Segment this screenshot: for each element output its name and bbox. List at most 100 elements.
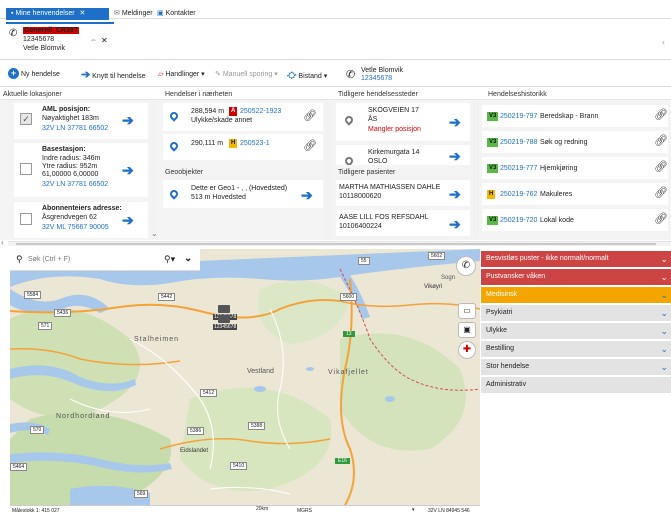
aml-checkbox[interactable]: ✓ — [20, 113, 32, 125]
nearby-scrollbar[interactable] — [325, 101, 331, 239]
link-icon[interactable]: 🔗︎ — [654, 188, 668, 199]
nearby-item[interactable]: 288,594 m A 250522-1923 Ulykke/skade ann… — [163, 103, 323, 131]
previous-patient-item[interactable]: AASE LILL FOS REFSDAHL 10106400224 ➔ — [336, 210, 470, 236]
nearby-incident-id[interactable]: 250522-1923 — [240, 108, 281, 115]
nearby-incident-id[interactable]: 250523-1 — [240, 140, 270, 147]
close-tab-icon[interactable]: ✕ — [80, 10, 86, 17]
previous-patient-item[interactable]: MARTHA MATHIASSEN DAHLE 10118000620 ➔ — [336, 180, 470, 206]
history-header: Hendelseshistorikk — [488, 91, 547, 98]
category-label: Administrativ — [486, 381, 527, 388]
base-station-card[interactable]: Basestasjon: Indre radius: 346m Ytre rad… — [14, 143, 148, 197]
history-item[interactable]: V3 250219-777 Hjemkjøring 🔗︎ — [482, 157, 668, 179]
scroll-left-icon[interactable]: ‹ — [1, 238, 4, 247]
chevron-down-icon: ▾ — [201, 71, 205, 78]
link-icon[interactable]: 🔗︎ — [303, 111, 317, 122]
previous-location-item[interactable]: Kirkemurgata 14 OSLO ➔ — [336, 145, 470, 165]
nearby-description: Ulykke/skade annet — [191, 117, 253, 124]
history-item[interactable]: V3 250219-797 Beredskap - Brann 🔗︎ — [482, 105, 668, 127]
history-item[interactable]: V3 250219-720 Lokal kode 🔗︎ — [482, 209, 668, 231]
map-ambulance-button[interactable]: ▣ — [458, 322, 476, 338]
category-item[interactable]: Besvistløs puster - ikke normalt/normalt… — [481, 251, 671, 267]
geo-object-item[interactable]: Dette er Geo1 - , , (Hovedsted) 513 m Ho… — [163, 180, 323, 208]
aml-go-arrow-icon[interactable]: ➔ — [122, 113, 134, 127]
link-icon[interactable]: 🔗︎ — [654, 214, 668, 225]
assistance-dropdown[interactable]: ⛮ Bistand ▾ — [287, 68, 327, 82]
base-station-coords: 32V LN 37781 66502 — [42, 181, 109, 188]
patient-go-arrow-icon[interactable]: ➔ — [449, 187, 461, 201]
manual-tracking-dropdown[interactable]: ✎ Manuell sporing ▾ — [215, 68, 278, 82]
history-incident-id[interactable]: 250219-788 — [500, 139, 537, 146]
link-icon[interactable]: 🔗︎ — [654, 162, 668, 173]
category-item[interactable]: Ulykke ⌄ — [481, 323, 671, 339]
previous-scrollbar[interactable] — [473, 101, 479, 239]
category-item[interactable]: Administrativ — [481, 377, 671, 393]
mute-icon[interactable]: ⇔ — [90, 37, 97, 44]
category-item[interactable]: Bestilling ⌄ — [481, 341, 671, 357]
subscriber-card[interactable]: Abonnenteiers adresse: Åsgrendvegen 62 3… — [14, 202, 148, 238]
horizontal-scrollbar[interactable] — [8, 241, 671, 246]
history-incident-id[interactable]: 250219-797 — [500, 113, 537, 120]
history-incident-id[interactable]: 250219-762 — [500, 191, 537, 198]
road-shield: 569 — [134, 490, 149, 498]
coord-system-select[interactable]: MGRS — [297, 508, 312, 514]
previous-location-go-arrow-icon[interactable]: ➔ — [449, 115, 461, 129]
map-tool-icon[interactable]: ⚲▾ — [164, 254, 175, 265]
tab-kontakter[interactable]: ▣ Kontakter — [157, 8, 196, 20]
link-icon[interactable]: 🔗︎ — [654, 110, 668, 121]
map-phone-button[interactable]: ✆ — [456, 256, 476, 276]
location-pin-icon — [343, 155, 355, 165]
link-icon[interactable]: 🔗︎ — [654, 136, 668, 147]
base-station-inner-radius: Indre radius: 346m — [42, 155, 101, 162]
actions-dropdown[interactable]: ▱ Handlinger ▾ — [158, 68, 205, 82]
nearby-item[interactable]: 290,111 m H 250523-1 🔗︎ — [163, 134, 323, 160]
history-item[interactable]: H 250219-762 Makuleres 🔗︎ — [482, 183, 668, 205]
subscriber-go-arrow-icon[interactable]: ➔ — [122, 213, 134, 227]
new-incident-button[interactable]: + Ny hendelse — [8, 68, 60, 82]
contacts-icon: ▣ — [157, 10, 164, 17]
chevron-down-icon[interactable]: ▾ — [412, 507, 415, 513]
scroll-thumb[interactable] — [16, 243, 656, 245]
map[interactable]: Stalheimen Vestland Vikafjellet Vikøyri … — [10, 249, 480, 505]
history-incident-id[interactable]: 250219-777 — [500, 165, 537, 172]
map-label-vikafjellet: Vikafjellet — [328, 369, 369, 376]
base-station-checkbox[interactable] — [20, 163, 32, 175]
toolbar-caller-phone[interactable]: 12345678 — [361, 75, 392, 82]
history-item[interactable]: V3 250219-788 Søk og redning 🔗︎ — [482, 131, 668, 153]
category-item[interactable]: Medisinsk ⌄ — [481, 287, 671, 303]
history-incident-id[interactable]: 250219-720 — [500, 217, 537, 224]
map-search-input[interactable]: Søk (Ctrl + F) — [28, 256, 70, 263]
geo-object-go-arrow-icon[interactable]: ➔ — [301, 188, 313, 202]
chevron-down-icon[interactable]: ⌄ — [184, 253, 192, 264]
assistance-icon: ⛮ — [287, 70, 297, 80]
scroll-right-icon[interactable]: ‹ — [662, 37, 665, 47]
close-call-icon[interactable]: ✕ — [101, 36, 108, 45]
category-label: Ulykke — [486, 327, 508, 334]
link-incident-button[interactable]: ➔ Knytt til hendelse — [81, 68, 145, 82]
category-item[interactable]: Pustvansker våken ⌄ — [481, 269, 671, 285]
previous-location-note: Mangler posisjon — [368, 126, 421, 133]
link-icon[interactable]: 🔗︎ — [303, 141, 317, 152]
subscriber-checkbox[interactable] — [20, 213, 32, 225]
chevron-down-icon: ⌄ — [660, 254, 668, 264]
tab-meldinger[interactable]: ✉ Meldinger — [114, 8, 153, 20]
previous-location-go-arrow-icon[interactable]: ➔ — [449, 149, 461, 163]
category-item[interactable]: Psykiatri ⌄ — [481, 305, 671, 321]
category-item[interactable]: Stor hendelse ⌄ — [481, 359, 671, 375]
map-medical-button[interactable]: ✚ — [458, 341, 476, 359]
pencil-icon: ✎ — [215, 71, 221, 78]
aml-card[interactable]: ✓ AML posisjon: Nøyaktighet 183m 32V LN … — [14, 103, 148, 139]
patient-go-arrow-icon[interactable]: ➔ — [449, 217, 461, 231]
scroll-down-icon[interactable]: ⌄ — [151, 229, 158, 238]
search-icon: ⚲ — [16, 254, 23, 264]
current-locations-header: Aktuelle lokasjoner — [3, 91, 62, 98]
call-card-caller: Vetle Blomvik — [23, 45, 66, 52]
map-vehicle-button[interactable]: ▭ — [458, 303, 476, 319]
tab-label: Mine henvendelser — [15, 10, 75, 17]
previous-location-item[interactable]: SKOGVEIEN 17 ÅS Mangler posisjon ➔ — [336, 103, 470, 141]
current-locations-scrollbar[interactable] — [151, 101, 157, 239]
call-card[interactable]: ✆ Generell_CR397 12345678 Vetle Blomvik … — [6, 22, 114, 58]
arrow-right-icon: ➔ — [81, 69, 91, 81]
unit-label: 12345678 — [213, 324, 238, 330]
base-station-go-arrow-icon[interactable]: ➔ — [122, 163, 134, 177]
tab-mine-henvendelser[interactable]: ▪ Mine henvendelser ✕ — [6, 8, 109, 20]
